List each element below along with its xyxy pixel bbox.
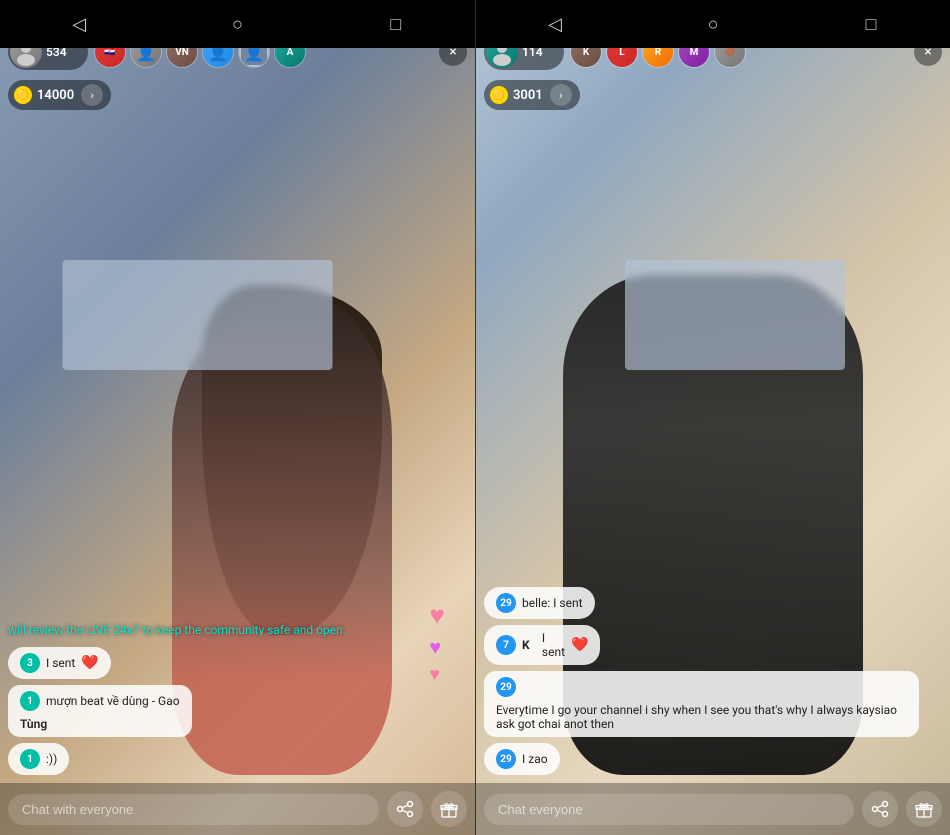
right-screen: 15:43 114 K L xyxy=(475,0,950,835)
coin-icon-left: 🟡 xyxy=(14,86,32,104)
share-button-left[interactable] xyxy=(387,791,423,827)
chat-num-left-1: 3 xyxy=(20,653,40,673)
back-button-right[interactable]: ◁ xyxy=(535,4,575,44)
chat-num-right-0: 29 xyxy=(496,593,516,613)
coin-amount-left: 14000 xyxy=(37,88,74,103)
chat-input-left[interactable] xyxy=(8,794,379,825)
screen-content-left: 15:22 534 🇭🇷 👤 xyxy=(0,0,475,835)
heart-icon-right-1: ❤️ xyxy=(571,637,588,653)
chat-sender-right-1: K xyxy=(522,638,536,652)
chat-input-right[interactable] xyxy=(484,794,854,825)
chat-num-left-3: 1 xyxy=(20,749,40,769)
chat-bubble-left-3: 1 :)) xyxy=(8,743,69,775)
chat-text-right-3: I zao xyxy=(522,752,548,766)
recent-button-left[interactable]: □ xyxy=(376,4,416,44)
chat-text-right-0: belle: I sent xyxy=(522,596,583,610)
heart-icon-left-1: ❤️ xyxy=(81,655,98,671)
bottom-chat-bar-right xyxy=(476,783,950,835)
bottom-chat-bar-left xyxy=(0,783,475,835)
nav-bar-right: ◁ ○ □ xyxy=(476,0,950,48)
chat-name-row-left-2: 1 mượn beat về dùng - Gao xyxy=(20,691,180,711)
chat-area-right: 29 belle: I sent 7 K I sent ❤️ 29 Everyt… xyxy=(476,587,950,779)
gift-icon-left xyxy=(440,800,458,818)
chat-text-right-2: Everytime I go your channel i shy when I… xyxy=(496,703,907,731)
home-button-left[interactable]: ○ xyxy=(217,4,257,44)
coin-arrow-right[interactable]: › xyxy=(550,84,572,106)
back-button-left[interactable]: ◁ xyxy=(59,4,99,44)
chat-bubble-left-1: 3 I sent ❤️ xyxy=(8,647,111,679)
chat-bubble-right-2: 29 Everytime I go your channel i shy whe… xyxy=(484,671,919,737)
screen-content-right: 15:43 114 K L xyxy=(476,0,950,835)
chat-num-right-3: 29 xyxy=(496,749,516,769)
coin-pill-right: 🟡 3001 › xyxy=(484,80,580,110)
gift-icon-right xyxy=(915,800,933,818)
chat-text-left-2a: mượn beat về dùng - Gao xyxy=(46,694,180,708)
coin-arrow-left[interactable]: › xyxy=(81,84,103,106)
chat-bubble-left-2: 1 mượn beat về dùng - Gao Tùng xyxy=(8,685,192,737)
coin-icon-right: 🟡 xyxy=(490,86,508,104)
coin-bar-right: 🟡 3001 › xyxy=(476,76,950,114)
share-button-right[interactable] xyxy=(862,791,898,827)
gift-button-right[interactable] xyxy=(906,791,942,827)
nav-bar-left: ◁ ○ □ xyxy=(0,0,475,48)
chat-bubble-right-1: 7 K I sent ❤️ xyxy=(484,625,600,665)
chat-text-right-1: I sent xyxy=(542,631,565,659)
chat-sender-left-2: Tùng xyxy=(20,717,47,731)
coin-amount-right: 3001 xyxy=(513,88,543,103)
chat-area-left: will review the LIVE 24x7 to keep the co… xyxy=(0,620,475,779)
gift-button-left[interactable] xyxy=(431,791,467,827)
coin-bar-left: 🟡 14000 › xyxy=(0,76,475,114)
chat-num-left-2: 1 xyxy=(20,691,40,711)
system-message-left: will review the LIVE 24x7 to keep the co… xyxy=(8,620,467,641)
chat-text-left-3: :)) xyxy=(46,752,57,766)
chat-name-row-right-2: 29 xyxy=(496,677,516,697)
chat-num-right-2: 29 xyxy=(496,677,516,697)
recent-button-right[interactable]: □ xyxy=(851,4,891,44)
home-button-right[interactable]: ○ xyxy=(693,4,733,44)
left-screen: 15:22 534 🇭🇷 👤 xyxy=(0,0,475,835)
share-icon-right xyxy=(871,800,889,818)
chat-text-left-1: I sent xyxy=(46,656,75,670)
chat-bubble-right-0: 29 belle: I sent xyxy=(484,587,595,619)
chat-num-right-1: 7 xyxy=(496,635,516,655)
coin-pill-left: 🟡 14000 › xyxy=(8,80,111,110)
share-icon-left xyxy=(396,800,414,818)
chat-bubble-right-3: 29 I zao xyxy=(484,743,560,775)
